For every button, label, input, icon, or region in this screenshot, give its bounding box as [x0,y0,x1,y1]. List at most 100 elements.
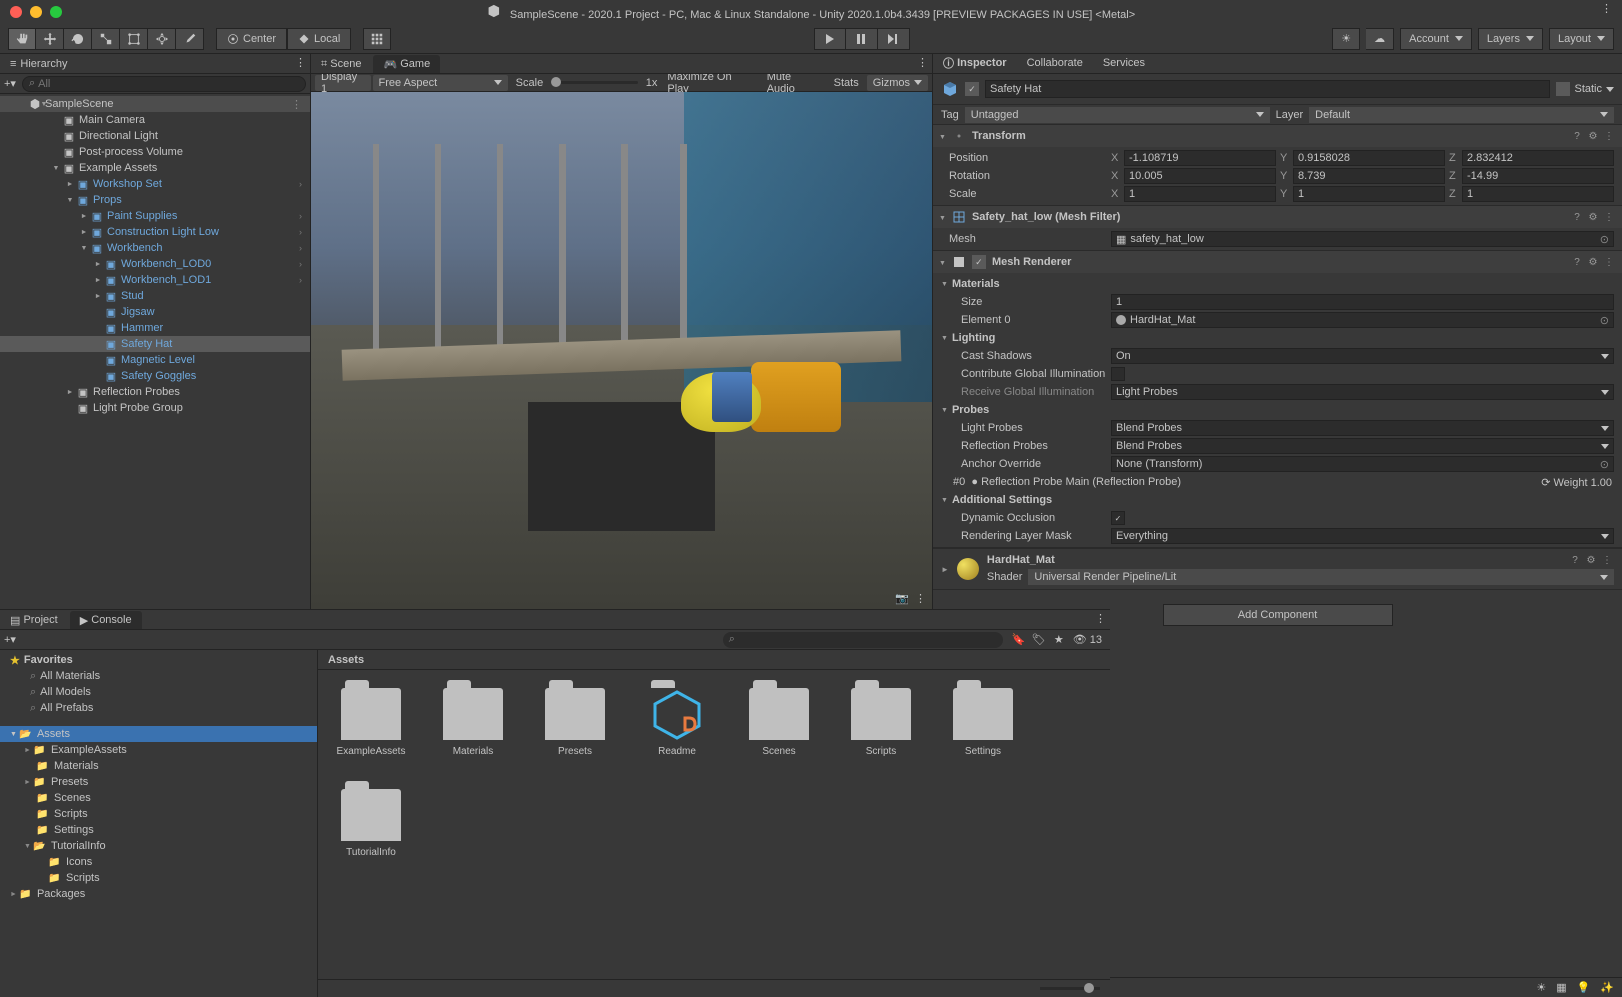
favorite-item[interactable]: ⌕All Materials [0,668,317,684]
expand-arrow-icon[interactable] [92,261,104,268]
hierarchy-item[interactable]: ▣Hammer [0,320,310,336]
project-tab[interactable]: ▤ Project [0,611,68,629]
thumbnail-size-slider[interactable] [1040,987,1100,990]
renderer-enabled-checkbox[interactable]: ✓ [972,255,986,269]
hand-tool[interactable] [8,28,36,50]
pivot-rotation-button[interactable]: Local [287,28,351,50]
inspector-tab[interactable]: ⓘ Inspector [933,54,1017,72]
cast-shadows-dropdown[interactable]: On [1111,348,1614,364]
rendering-layer-mask-dropdown[interactable]: Everything [1111,528,1614,544]
hierarchy-item[interactable]: ▣Paint Supplies› [0,208,310,224]
close-window[interactable] [10,6,22,18]
scene-tab[interactable]: ⌗ Scene [311,55,371,73]
rotate-tool[interactable] [64,28,92,50]
expand-arrow-icon[interactable] [64,197,76,204]
expand-arrow-icon[interactable] [50,165,62,172]
mesh-object-field[interactable]: ▦safety_hat_low [1111,231,1614,247]
rect-tool[interactable] [120,28,148,50]
folder-item[interactable]: Settings [0,822,317,838]
position-x-input[interactable] [1124,150,1276,166]
rotation-y-input[interactable] [1293,168,1445,184]
scale-tool[interactable] [92,28,120,50]
hierarchy-item[interactable]: ▣Main Camera [0,112,310,128]
gameobject-cube-icon[interactable] [941,80,959,98]
hierarchy-item[interactable]: ▣Props [0,192,310,208]
expand-arrow-icon[interactable] [64,181,76,188]
hierarchy-item[interactable]: ▣Light Probe Group [0,400,310,416]
gizmos-dropdown[interactable]: Gizmos [867,75,928,91]
hierarchy-item[interactable]: ▣Directional Light [0,128,310,144]
layers-dropdown[interactable]: Layers [1478,28,1543,50]
expand-arrow-icon[interactable] [939,256,946,268]
preset-icon[interactable]: ⚙ [1586,210,1600,224]
scale-slider[interactable] [551,81,638,84]
active-checkbox[interactable]: ✓ [965,82,979,96]
expand-arrow-icon[interactable] [64,389,76,396]
audio-icon[interactable]: 💡 [1577,981,1591,994]
project-search[interactable] [723,632,1003,648]
favorite-search-icon[interactable]: ★ [1049,632,1069,648]
transform-header[interactable]: Transform ?⚙⋮ [933,125,1622,147]
services-tab[interactable]: Services [1093,54,1155,72]
rotation-x-input[interactable] [1124,168,1276,184]
expand-arrow-icon[interactable] [78,229,90,236]
dynamic-occlusion-checkbox[interactable]: ✓ [1111,511,1125,525]
scene-camera-icon[interactable]: 📷 [895,592,909,605]
create-dropdown[interactable]: +▾ [4,633,16,646]
additional-settings-header[interactable]: Additional Settings [933,491,1622,509]
preset-icon[interactable]: ⚙ [1586,255,1600,269]
prefab-open-icon[interactable]: › [299,179,302,189]
layer-dropdown[interactable]: Default [1309,107,1614,123]
layers-icon[interactable]: ▦ [1556,981,1566,994]
hierarchy-item[interactable]: ▣Workbench› [0,240,310,256]
hierarchy-item[interactable]: ▣Example Assets [0,160,310,176]
account-dropdown[interactable]: Account [1400,28,1472,50]
panel-menu-icon[interactable]: ⋮ [915,592,926,605]
component-menu-icon[interactable]: ⋮ [1602,255,1616,269]
folder-item[interactable]: ▼TutorialInfo [0,838,317,854]
anchor-override-field[interactable]: None (Transform) [1111,456,1614,472]
asset-folder-item[interactable]: TutorialInfo [336,789,406,858]
object-name-input[interactable] [985,80,1550,98]
stats-toggle[interactable]: Stats [828,75,865,91]
asset-folder-item[interactable]: Scripts [846,688,916,757]
panel-menu-icon[interactable]: ⋮ [917,56,928,69]
panel-menu-icon[interactable]: ⋮ [1095,612,1106,625]
hidden-count[interactable]: 👁13 [1069,633,1106,646]
move-tool[interactable] [36,28,64,50]
scale-x-input[interactable] [1124,186,1276,202]
folder-item[interactable]: Icons [0,854,317,870]
cloud-icon[interactable]: ☁ [1366,28,1394,50]
collaborate-tab[interactable]: Collaborate [1017,54,1093,72]
console-tab[interactable]: ▶ Console [70,611,142,629]
lighting-icon[interactable]: ☀ [1332,28,1360,50]
favorite-item[interactable]: ⌕All Prefabs [0,700,317,716]
materials-size-input[interactable] [1111,294,1614,310]
display-dropdown[interactable]: Display 1 [315,75,371,91]
hierarchy-item[interactable]: ▣Stud [0,288,310,304]
expand-arrow-icon[interactable]: ► [10,891,17,898]
hierarchy-item[interactable]: ▣Safety Goggles [0,368,310,384]
prefab-open-icon[interactable]: › [299,211,302,221]
meshrenderer-header[interactable]: ✓ Mesh Renderer ?⚙⋮ [933,251,1622,273]
expand-arrow-icon[interactable]: ► [941,565,949,574]
hierarchy-item-selected[interactable]: ▣Safety Hat [0,336,310,352]
expand-arrow-icon[interactable] [92,277,104,284]
folder-item[interactable]: Scripts [0,806,317,822]
play-button[interactable] [814,28,846,50]
create-dropdown[interactable]: +▾ [4,77,16,90]
expand-arrow-icon[interactable]: ► [24,747,31,754]
help-icon[interactable]: ? [1570,129,1584,143]
prefab-open-icon[interactable]: › [299,259,302,269]
snap-toggle[interactable] [363,28,391,50]
rotation-z-input[interactable] [1462,168,1614,184]
prefab-open-icon[interactable]: › [299,275,302,285]
folder-item[interactable]: Scenes [0,790,317,806]
tag-dropdown[interactable]: Untagged [965,107,1270,123]
scene-row[interactable]: SampleScene ⋮ [0,96,310,112]
minimize-window[interactable] [30,6,42,18]
hierarchy-tab[interactable]: ≡Hierarchy [0,55,78,73]
asset-breadcrumb[interactable]: Assets [318,650,1110,670]
mute-toggle[interactable]: Mute Audio [761,75,826,91]
expand-arrow-icon[interactable] [92,293,104,300]
